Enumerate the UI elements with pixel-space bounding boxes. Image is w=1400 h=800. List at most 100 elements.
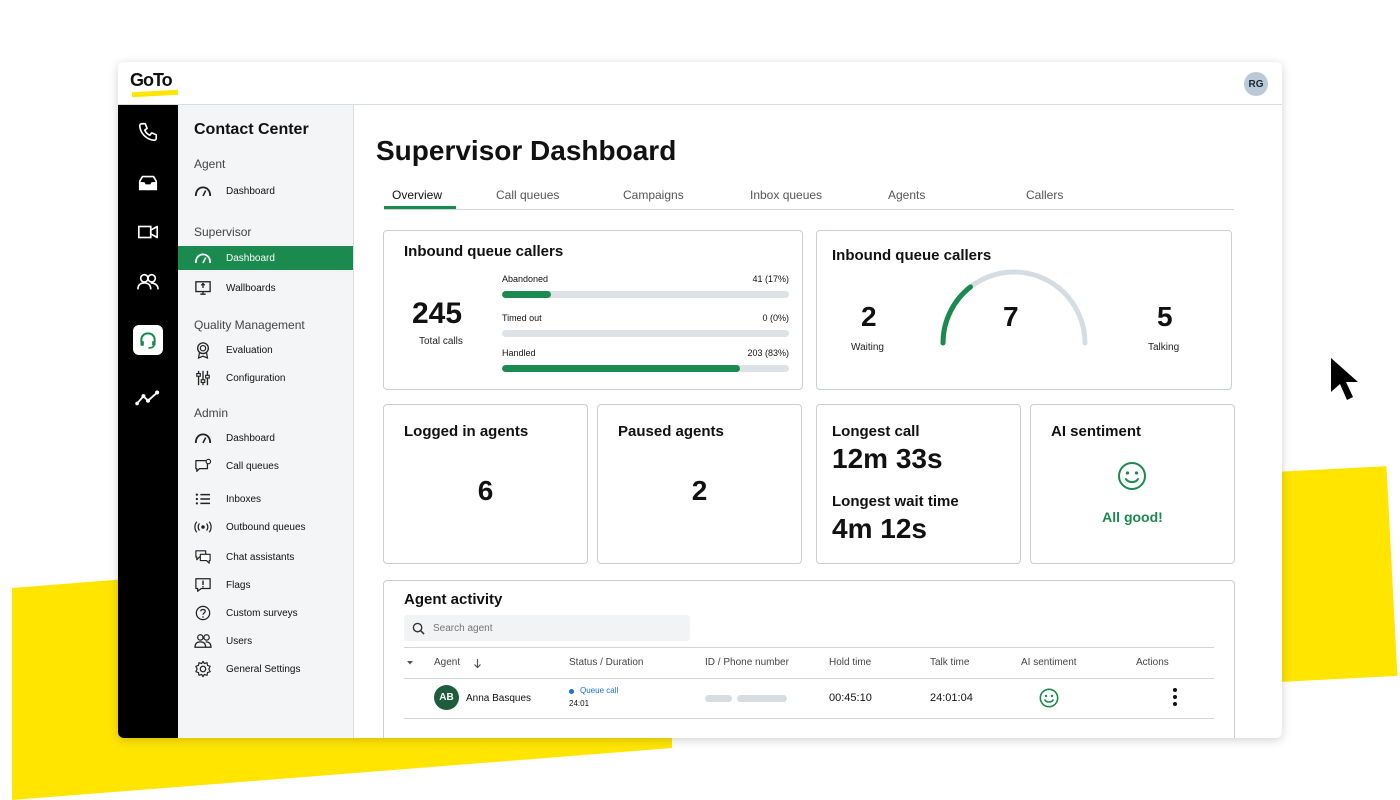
sidebar-item-configuration[interactable]: Configuration [178, 366, 353, 390]
sidebar-item-call-queues[interactable]: Call queues [178, 454, 353, 478]
smile-icon [1118, 462, 1146, 490]
card-title: Logged in agents [404, 423, 529, 440]
inbound-calls-card: Inbound queue callers 245 Total calls Ab… [383, 230, 803, 390]
broadcast-icon [193, 518, 213, 536]
main-content: Supervisor Dashboard Overview Call queue… [354, 105, 1282, 738]
tab-overview[interactable]: Overview [392, 188, 442, 202]
card-title: Inbound queue callers [832, 247, 992, 264]
page-title: Supervisor Dashboard [376, 135, 677, 166]
table-divider [404, 647, 1214, 648]
paused-value: 2 [691, 475, 708, 506]
bar-track [502, 330, 789, 337]
waiting-value: 2 [861, 301, 877, 332]
gear-icon [193, 660, 213, 678]
inbound-gauge-card: Inbound queue callers 2 Waiting 7 5 Talk… [816, 230, 1232, 390]
card-title: Inbound queue callers [404, 243, 564, 260]
ai-sentiment-card: AI sentiment All good! [1030, 404, 1235, 564]
column-header-ai-sentiment[interactable]: AI sentiment [1021, 657, 1077, 668]
sidebar: Contact Center Agent Dashboard Superviso… [178, 105, 354, 738]
tab-call-queues[interactable]: Call queues [496, 188, 559, 202]
bar-value: 203 (83%) [747, 348, 789, 358]
longest-call-card: Longest call 12m 33s Longest wait time 4… [816, 404, 1021, 564]
smile-icon [1039, 688, 1059, 708]
column-header-agent[interactable]: Agent [434, 657, 460, 668]
inbox-icon[interactable] [133, 168, 163, 198]
waiting-label: Waiting [851, 342, 884, 353]
longest-wait-value: 4m 12s [832, 513, 927, 544]
active-tab-indicator [384, 206, 456, 209]
caret-down-icon[interactable] [406, 660, 414, 666]
people-icon[interactable] [133, 267, 163, 297]
headset-icon[interactable] [133, 325, 163, 355]
search-icon [412, 622, 425, 635]
sidebar-item-label: General Settings [226, 663, 301, 675]
longest-call-value: 12m 33s [832, 443, 943, 474]
sidebar-item-general-settings[interactable]: General Settings [178, 657, 353, 681]
tab-bar: Overview Call queues Campaigns Inbox que… [384, 187, 1234, 210]
sidebar-item-admin-dashboard[interactable]: Dashboard [178, 426, 353, 450]
card-title: AI sentiment [1051, 423, 1142, 440]
column-header-talk-time[interactable]: Talk time [930, 657, 969, 668]
gauge-icon [193, 182, 213, 200]
longest-call-title: Longest call [832, 423, 920, 440]
tab-callers[interactable]: Callers [1026, 188, 1063, 202]
sidebar-item-label: Call queues [226, 460, 279, 472]
column-header-actions[interactable]: Actions [1136, 657, 1169, 668]
bar-fill [502, 365, 741, 372]
column-header-phone[interactable]: ID / Phone number [705, 657, 789, 668]
user-avatar[interactable]: RG [1244, 72, 1268, 96]
flag-message-icon [193, 576, 213, 594]
chat-bubbles-icon [193, 548, 213, 566]
sidebar-item-label: Dashboard [226, 252, 275, 264]
sidebar-group-agent: Agent [194, 157, 226, 171]
agent-status: Queue call [580, 686, 619, 695]
sidebar-item-users[interactable]: Users [178, 629, 353, 653]
app-rail [118, 105, 178, 738]
analytics-icon[interactable] [133, 383, 163, 413]
longest-wait-title: Longest wait time [832, 493, 959, 510]
agent-avatar: AB [434, 685, 459, 710]
sidebar-item-custom-surveys[interactable]: Custom surveys [178, 601, 353, 625]
sidebar-item-evaluation[interactable]: Evaluation [178, 338, 353, 362]
search-agent-input[interactable] [431, 621, 675, 635]
bar-label: Abandoned [502, 274, 549, 284]
app-window: GoTo RG Contact Center Agent Dashboard S… [118, 62, 1282, 738]
column-header-status[interactable]: Status / Duration [569, 657, 643, 668]
sidebar-item-flags[interactable]: Flags [178, 573, 353, 597]
sidebar-item-inboxes[interactable]: Inboxes [178, 487, 353, 511]
sidebar-item-wallboards[interactable]: Wallboards [178, 276, 353, 300]
chat-phone-icon [193, 457, 213, 475]
ribbon-icon [193, 341, 213, 359]
bar-track [502, 365, 789, 372]
phone-icon[interactable] [133, 117, 163, 147]
tab-campaigns[interactable]: Campaigns [623, 188, 684, 202]
tab-inbox-queues[interactable]: Inbox queues [750, 188, 822, 202]
sidebar-item-chat-assistants[interactable]: Chat assistants [178, 545, 353, 569]
list-icon [193, 490, 213, 508]
logo-text: GoTo [130, 70, 173, 90]
more-vertical-icon[interactable] [1172, 687, 1178, 707]
sidebar-item-label: Users [226, 635, 253, 647]
sidebar-item-label: Dashboard [226, 432, 275, 444]
goto-logo[interactable]: GoTo [130, 70, 180, 98]
tab-agents[interactable]: Agents [888, 188, 925, 202]
sidebar-item-outbound-queues[interactable]: Outbound queues [178, 515, 353, 539]
total-calls-label: Total calls [419, 336, 463, 347]
gauge-center-value: 7 [1003, 301, 1019, 332]
sort-arrow-down-icon[interactable] [473, 658, 482, 669]
logged-in-value: 6 [477, 475, 494, 506]
sidebar-item-label: Dashboard [226, 185, 275, 197]
bar-label: Timed out [502, 313, 542, 323]
bar-fill [502, 291, 551, 298]
sidebar-item-label: Configuration [226, 372, 286, 384]
sidebar-item-label: Outbound queues [226, 521, 306, 533]
video-icon[interactable] [133, 217, 163, 247]
column-header-hold-time[interactable]: Hold time [829, 657, 871, 668]
bar-value: 41 (17%) [752, 274, 789, 284]
sidebar-item-agent-dashboard[interactable]: Dashboard [178, 179, 353, 203]
top-bar: GoTo RG [118, 62, 1282, 105]
status-dot [569, 689, 574, 694]
sidebar-item-supervisor-dashboard[interactable]: Dashboard [178, 246, 353, 270]
gauge-icon [193, 429, 213, 447]
logged-in-agents-card: Logged in agents 6 [383, 404, 588, 564]
